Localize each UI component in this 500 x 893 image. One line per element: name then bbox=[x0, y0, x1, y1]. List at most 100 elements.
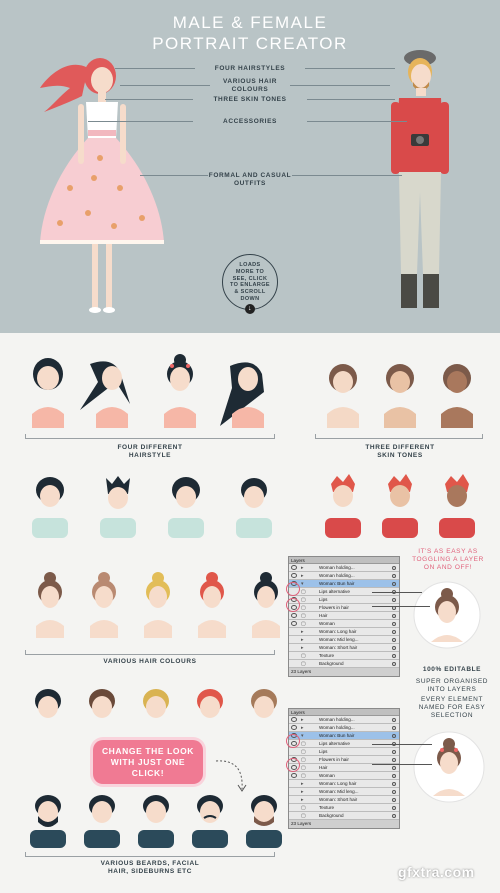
target-circle-icon[interactable] bbox=[392, 630, 396, 634]
skin-label-line1: THREE DIFFERENT bbox=[365, 444, 435, 451]
target-circle-icon[interactable] bbox=[392, 790, 396, 794]
triangle-right-icon[interactable]: ▸ bbox=[301, 564, 304, 571]
layer-row[interactable]: ▢ Background bbox=[289, 660, 399, 668]
feature-four-hairstyles: FOUR HAIRSTYLES bbox=[214, 65, 286, 72]
eye-icon[interactable] bbox=[291, 773, 297, 778]
layer-row[interactable]: ▢ Hair bbox=[289, 764, 399, 772]
layer-row[interactable]: ▸ Woman holding... bbox=[289, 572, 399, 580]
thumbnail-icon: ▢ bbox=[301, 653, 306, 659]
target-circle-icon[interactable] bbox=[392, 766, 396, 770]
layer-row-selected[interactable]: ▾ Woman: Bun hair bbox=[289, 580, 399, 588]
target-circle-icon[interactable] bbox=[392, 726, 396, 730]
layer-row[interactable]: ▢ Lips bbox=[289, 596, 399, 604]
target-circle-icon[interactable] bbox=[392, 774, 396, 778]
target-circle-icon[interactable] bbox=[392, 662, 396, 666]
layer-row[interactable]: ▸ Woman holding... bbox=[289, 716, 399, 724]
feature-accessories: ACCESSORIES bbox=[223, 118, 277, 125]
layer-row[interactable]: ▢ Woman bbox=[289, 620, 399, 628]
beards-label: VARIOUS BEARDS, FACIAL HAIR, SIDEBURNS E… bbox=[60, 860, 240, 876]
layer-row[interactable]: ▸ Woman: Long hair bbox=[289, 780, 399, 788]
layer-name: Hair bbox=[319, 765, 328, 770]
layer-row[interactable]: ▸ Woman holding... bbox=[289, 724, 399, 732]
triangle-right-icon[interactable]: ▸ bbox=[301, 796, 304, 803]
layers-panel[interactable]: Layers ▸ Woman holding... ▸ Woman holding.… bbox=[288, 708, 400, 829]
target-circle-icon[interactable] bbox=[392, 758, 396, 762]
hair-colours-label: VARIOUS HAIR COLOURS bbox=[103, 658, 197, 665]
layer-row[interactable]: ▸ Woman holding... bbox=[289, 564, 399, 572]
eye-icon[interactable] bbox=[291, 621, 297, 626]
triangle-right-icon[interactable]: ▸ bbox=[301, 644, 304, 651]
connector-line bbox=[140, 175, 208, 176]
triangle-right-icon[interactable]: ▸ bbox=[301, 572, 304, 579]
target-circle-icon[interactable] bbox=[392, 614, 396, 618]
eye-icon[interactable] bbox=[291, 717, 297, 722]
hairstyle-figures bbox=[32, 354, 264, 428]
layer-row[interactable]: ▸ Woman: Mid leng... bbox=[289, 788, 399, 796]
layer-name: Woman: Long hair bbox=[319, 629, 357, 634]
layer-row[interactable]: ▢ Hair bbox=[289, 612, 399, 620]
eye-icon[interactable] bbox=[291, 573, 297, 578]
thumbnail-icon: ▢ bbox=[301, 773, 306, 779]
target-circle-icon[interactable] bbox=[392, 798, 396, 802]
feature-outfits: FORMAL AND CASUAL OUTFITS bbox=[208, 172, 292, 187]
layers-panel-title: Layers bbox=[289, 557, 399, 564]
triangle-right-icon[interactable]: ▸ bbox=[301, 780, 304, 787]
triangle-down-icon[interactable]: ▾ bbox=[301, 580, 304, 587]
target-circle-icon[interactable] bbox=[392, 750, 396, 754]
thumbnail-icon: ▢ bbox=[301, 597, 306, 603]
layer-name: Woman: Bun hair bbox=[319, 581, 355, 586]
triangle-right-icon[interactable]: ▸ bbox=[301, 788, 304, 795]
section-bracket bbox=[25, 434, 275, 439]
layer-name: Flowers in hair bbox=[319, 757, 349, 762]
eye-icon[interactable] bbox=[291, 725, 297, 730]
male-skin-tone-figures bbox=[325, 474, 475, 538]
layer-row[interactable]: ▢ Flowers in hair bbox=[289, 756, 399, 764]
layers-panel[interactable]: Layers ▸ Woman holding... ▸ Woman holding.… bbox=[288, 556, 400, 677]
target-circle-icon[interactable] bbox=[392, 782, 396, 786]
loads-more-badge[interactable]: LOADS MORE TO SEE, CLICK TO ENLARGE & SC… bbox=[222, 254, 278, 314]
target-circle-icon[interactable] bbox=[392, 814, 396, 818]
connector-line bbox=[307, 99, 395, 100]
layer-name: Woman: Bun hair bbox=[319, 733, 355, 738]
layer-row-selected[interactable]: ▾ Woman: Bun hair bbox=[289, 732, 399, 740]
loads-text: LOADS bbox=[239, 262, 261, 268]
layer-row[interactable]: ▸ Woman: Long hair bbox=[289, 628, 399, 636]
cta-line3: CLICK! bbox=[131, 768, 165, 778]
layer-row[interactable]: ▢ Texture bbox=[289, 804, 399, 812]
eye-icon[interactable] bbox=[291, 565, 297, 570]
triangle-right-icon[interactable]: ▸ bbox=[301, 636, 304, 643]
triangle-right-icon[interactable]: ▸ bbox=[301, 724, 304, 731]
target-circle-icon[interactable] bbox=[392, 646, 396, 650]
eye-icon[interactable] bbox=[291, 613, 297, 618]
target-circle-icon[interactable] bbox=[392, 718, 396, 722]
layer-row[interactable]: ▸ Woman: Short hair bbox=[289, 644, 399, 652]
thumbnail-icon: ▢ bbox=[301, 741, 306, 747]
connector-line bbox=[372, 764, 432, 765]
cta-line2: WITH JUST ONE bbox=[110, 757, 186, 767]
triangle-right-icon[interactable]: ▸ bbox=[301, 716, 304, 723]
connector-line bbox=[88, 121, 193, 122]
named-note-line2: NAMED FOR EASY bbox=[418, 704, 486, 711]
target-circle-icon[interactable] bbox=[392, 654, 396, 658]
triangle-right-icon[interactable]: ▸ bbox=[301, 628, 304, 635]
target-circle-icon[interactable] bbox=[392, 582, 396, 586]
target-circle-icon[interactable] bbox=[392, 574, 396, 578]
layer-name: Woman: Short hair bbox=[319, 645, 358, 650]
target-circle-icon[interactable] bbox=[392, 806, 396, 810]
target-circle-icon[interactable] bbox=[392, 566, 396, 570]
target-circle-icon[interactable] bbox=[392, 622, 396, 626]
hero-title-line1: MALE & FEMALE bbox=[172, 13, 328, 32]
layer-row[interactable]: ▢ Woman bbox=[289, 772, 399, 780]
organised-note-line1: SUPER ORGANISED bbox=[415, 678, 489, 685]
layer-name: Woman bbox=[319, 773, 335, 778]
layer-row[interactable]: ▸ Woman: Mid leng... bbox=[289, 636, 399, 644]
target-circle-icon[interactable] bbox=[392, 734, 396, 738]
layer-row[interactable]: ▸ Woman: Short hair bbox=[289, 796, 399, 804]
triangle-down-icon[interactable]: ▾ bbox=[301, 732, 304, 739]
layer-row[interactable]: ▢ Lips bbox=[289, 748, 399, 756]
target-circle-icon[interactable] bbox=[392, 638, 396, 642]
thumbnail-icon: ▢ bbox=[301, 589, 306, 595]
target-circle-icon[interactable] bbox=[392, 598, 396, 602]
layer-row[interactable]: ▢ Texture bbox=[289, 652, 399, 660]
layer-row[interactable]: ▢ Background bbox=[289, 812, 399, 820]
